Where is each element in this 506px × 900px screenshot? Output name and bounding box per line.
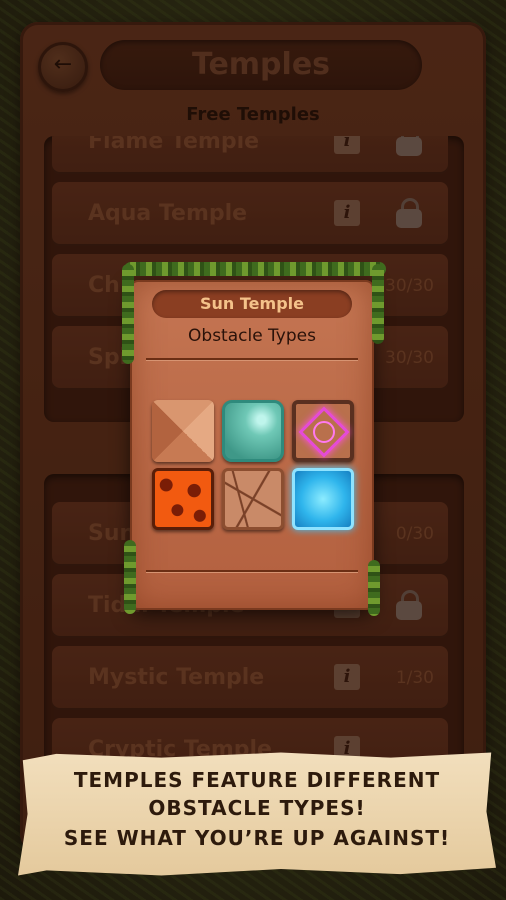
banner-line-1: TEMPLES FEATURE DIFFERENT	[73, 768, 441, 792]
glass-block-icon	[222, 400, 284, 462]
vine-decoration	[372, 264, 384, 344]
banner-line-2: OBSTACLE TYPES!	[148, 796, 366, 820]
pyramid-block-icon	[152, 400, 214, 462]
vine-decoration	[124, 262, 386, 276]
lava-block-icon	[152, 468, 214, 530]
divider	[146, 358, 358, 360]
banner-line-3: SEE WHAT YOU’RE UP AGAINST!	[63, 826, 451, 850]
vine-decoration	[368, 560, 380, 616]
divider	[146, 570, 358, 572]
popup-subtitle: Obstacle Types	[188, 326, 316, 346]
vine-decoration	[122, 264, 134, 364]
ice-block-icon	[292, 468, 354, 530]
popup-title: Sun Temple	[152, 290, 352, 318]
vine-decoration	[124, 540, 136, 614]
promo-banner: TEMPLES FEATURE DIFFERENT OBSTACLE TYPES…	[18, 752, 496, 876]
rune-block-icon	[292, 400, 354, 462]
stone-block-icon	[222, 468, 284, 530]
obstacle-popup[interactable]: Sun Temple Obstacle Types	[132, 282, 372, 608]
